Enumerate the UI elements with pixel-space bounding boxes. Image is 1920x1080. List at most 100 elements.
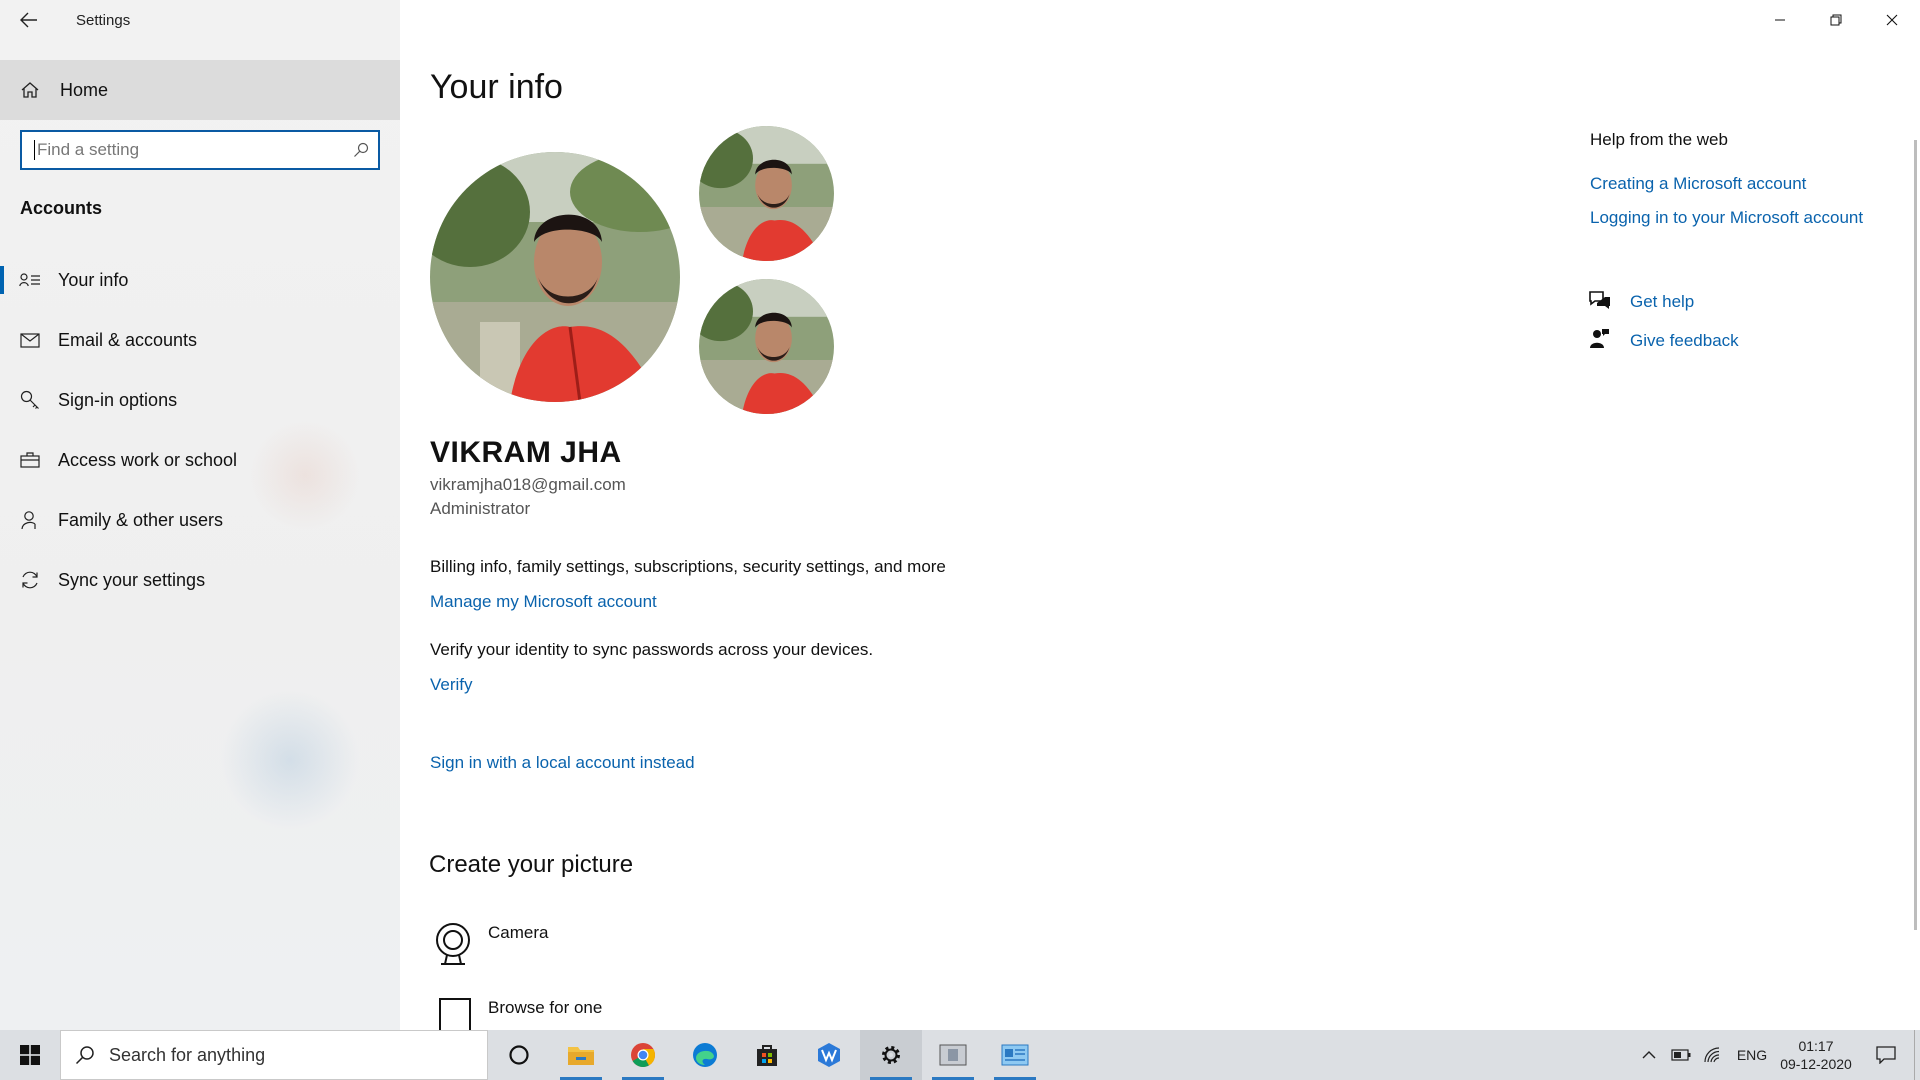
scrollbar[interactable] xyxy=(1914,140,1917,930)
app-title: Settings xyxy=(76,11,131,29)
store-bag-icon xyxy=(757,1045,777,1066)
gear-icon xyxy=(882,1046,900,1064)
get-help-link[interactable]: Get help xyxy=(1630,292,1694,312)
sidebar-item-family-users[interactable]: Family & other users xyxy=(0,490,400,550)
back-button[interactable] xyxy=(0,0,58,40)
local-account-link[interactable]: Sign in with a local account instead xyxy=(430,753,695,773)
create-picture-heading: Create your picture xyxy=(429,851,634,878)
help-title: Help from the web xyxy=(1590,130,1728,149)
help-link-logging-in[interactable]: Logging in to your Microsoft account xyxy=(1590,208,1863,228)
browse-option[interactable]: Browse for one xyxy=(488,998,602,1018)
sidebar-item-sign-in-options[interactable]: Sign-in options xyxy=(0,370,400,430)
sidebar-item-label: Access work or school xyxy=(58,449,238,470)
battery-icon xyxy=(1671,1049,1691,1061)
verify-text: Verify your identity to sync passwords a… xyxy=(430,640,874,659)
taskbar-search[interactable]: Search for anything xyxy=(60,1030,488,1080)
tray-overflow-button[interactable] xyxy=(1632,1030,1666,1080)
search-placeholder[interactable]: Find a setting xyxy=(37,140,344,160)
edge-button[interactable] xyxy=(674,1030,736,1080)
wps-button[interactable] xyxy=(798,1030,860,1080)
restore-button[interactable] xyxy=(1808,0,1864,40)
control-panel-button[interactable] xyxy=(984,1030,1046,1080)
minimize-icon xyxy=(1775,19,1785,21)
settings-button[interactable] xyxy=(860,1030,922,1080)
chrome-button[interactable] xyxy=(612,1030,674,1080)
show-desktop-button[interactable] xyxy=(1914,1030,1920,1080)
person-card-icon xyxy=(0,272,58,288)
close-icon xyxy=(1886,14,1898,26)
sidebar-item-sync-settings[interactable]: Sync your settings xyxy=(0,550,400,610)
wifi-button[interactable] xyxy=(1696,1030,1730,1080)
chevron-up-icon xyxy=(1642,1051,1656,1059)
manage-account-link[interactable]: Manage my Microsoft account xyxy=(430,592,657,612)
sidebar-home[interactable]: Home xyxy=(0,60,400,120)
page-title: Your info xyxy=(430,68,563,106)
find-setting-search[interactable]: Find a setting xyxy=(20,130,380,170)
back-arrow-icon xyxy=(20,12,37,28)
system-tray: ENG 01:17 09-12-2020 xyxy=(1632,1030,1920,1080)
feedback-icon[interactable] xyxy=(1590,328,1610,355)
camera-icon[interactable] xyxy=(433,922,473,971)
app-window-button[interactable] xyxy=(922,1030,984,1080)
profile-photo xyxy=(430,152,680,402)
give-feedback-link[interactable]: Give feedback xyxy=(1630,331,1739,351)
cortana-icon xyxy=(509,1045,529,1065)
sidebar-item-label: Email & accounts xyxy=(58,329,198,350)
camera-option[interactable]: Camera xyxy=(488,923,548,943)
user-name: VIKRAM JHA xyxy=(430,436,622,469)
clock[interactable]: 01:17 09-12-2020 xyxy=(1774,1037,1858,1073)
user-email: vikramjha018@gmail.com xyxy=(430,475,626,494)
sidebar-item-label: Sync your settings xyxy=(58,569,206,590)
person-add-icon xyxy=(0,510,58,530)
control-panel-icon xyxy=(1001,1044,1029,1066)
home-icon xyxy=(0,80,60,100)
language-indicator[interactable]: ENG xyxy=(1730,1030,1774,1080)
sidebar-item-label: Family & other users xyxy=(58,509,224,530)
avatar-small xyxy=(699,279,834,414)
app-window-icon xyxy=(939,1044,967,1066)
taskbar-search-text[interactable]: Search for anything xyxy=(109,1045,265,1066)
window-controls xyxy=(1752,0,1920,40)
user-role: Administrator xyxy=(430,499,531,518)
avatar xyxy=(430,152,680,402)
file-explorer-button[interactable] xyxy=(550,1030,612,1080)
sidebar-item-email-accounts[interactable]: Email & accounts xyxy=(0,310,400,370)
sidebar-item-your-info[interactable]: Your info xyxy=(0,250,400,310)
sidebar-item-label: Sign-in options xyxy=(58,389,178,410)
close-button[interactable] xyxy=(1864,0,1920,40)
sidebar: Settings Home Find a setting Accounts Yo… xyxy=(0,0,400,1030)
text-caret xyxy=(34,140,35,160)
mail-icon xyxy=(0,332,58,348)
minimize-button[interactable] xyxy=(1752,0,1808,40)
verify-link[interactable]: Verify xyxy=(430,675,473,695)
start-button[interactable] xyxy=(0,1030,60,1080)
search-icon[interactable] xyxy=(344,142,378,158)
sidebar-item-label: Your info xyxy=(58,269,129,290)
billing-text: Billing info, family settings, subscript… xyxy=(430,557,946,576)
search-icon xyxy=(61,1045,109,1065)
store-button[interactable] xyxy=(736,1030,798,1080)
notification-icon xyxy=(1876,1046,1896,1064)
taskbar-apps xyxy=(488,1030,1046,1080)
briefcase-icon xyxy=(0,452,58,468)
get-help-icon[interactable] xyxy=(1588,290,1612,317)
profile-photo-small xyxy=(699,126,834,261)
section-title: Accounts xyxy=(20,198,103,218)
clock-date: 09-12-2020 xyxy=(1780,1056,1852,1072)
cortana-button[interactable] xyxy=(488,1030,550,1080)
help-link-creating-account[interactable]: Creating a Microsoft account xyxy=(1590,174,1806,194)
sidebar-nav: Your info Email & accounts Sign-in optio… xyxy=(0,250,400,610)
taskbar: Search for anything ENG 01:17 09-12-2020 xyxy=(0,1030,1920,1080)
wps-icon xyxy=(818,1043,840,1067)
clock-time: 01:17 xyxy=(1798,1038,1834,1054)
sidebar-item-access-work[interactable]: Access work or school xyxy=(0,430,400,490)
wifi-icon xyxy=(1704,1047,1720,1063)
chrome-icon xyxy=(631,1043,655,1068)
battery-button[interactable] xyxy=(1666,1030,1696,1080)
notifications-button[interactable] xyxy=(1858,1030,1914,1080)
sync-icon xyxy=(0,570,58,590)
profile-photo-small xyxy=(699,279,834,414)
avatar-small xyxy=(699,126,834,261)
key-icon xyxy=(0,390,58,410)
restore-icon xyxy=(1830,14,1842,26)
